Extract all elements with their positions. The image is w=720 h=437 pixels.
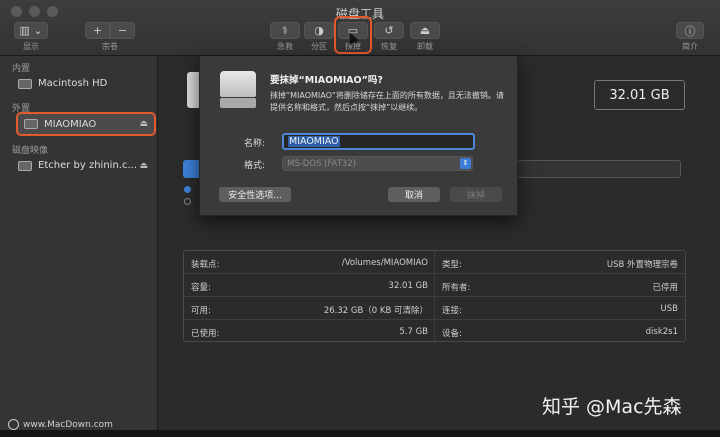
sidebar-item-etcher[interactable]: Etcher by zhinin.c... ⏏	[18, 156, 154, 175]
view-label: 显示	[23, 42, 39, 51]
partition-icon: ◑	[314, 24, 324, 37]
partition-button[interactable]: ◑	[304, 22, 334, 39]
sidebar-section-disk-images: 磁盘映像	[12, 146, 49, 156]
format-select[interactable]: MS-DOS (FAT32) ⇕	[282, 156, 473, 171]
view-button[interactable]: ▥ ⌄	[14, 22, 48, 39]
macdown-watermark: www.MacDown.com	[8, 419, 113, 430]
info-value: disk2s1	[645, 327, 678, 337]
table-row: 已使用: 5.7 GB 设备: disk2s1	[184, 320, 687, 343]
info-key: 装载点:	[191, 260, 220, 270]
restore-label: 恢复	[381, 42, 397, 51]
sidebar-section-internal: 内置	[12, 64, 31, 74]
info-key: 容量:	[191, 283, 211, 293]
unmount-icon: ⏏	[419, 24, 431, 37]
dialog-message: 抹掉“MIAOMIAO”将删除储存在上面的所有数据，且无法撤销。请提供名称和格式…	[270, 91, 504, 112]
table-row: 可用: 26.32 GB（0 KB 可清除） 连接: USB	[184, 297, 687, 320]
usage-bar-used	[183, 160, 199, 178]
minus-icon: −	[117, 24, 128, 37]
info-key: 可用:	[191, 306, 211, 316]
info-icon: ⓘ	[684, 24, 696, 38]
unmount-button[interactable]: ⏏	[410, 22, 440, 39]
remove-volume-button[interactable]: −	[110, 22, 135, 39]
info-value: 26.32 GB（0 KB 可清除）	[323, 306, 428, 316]
sidebar-item-label: Macintosh HD	[38, 78, 108, 89]
sidebar-item-miaomiao[interactable]: MIAOMIAO ⏏	[16, 112, 156, 136]
sidebar-item-macintosh-hd[interactable]: Macintosh HD	[18, 74, 154, 93]
sidebar-item-label: MIAOMIAO	[44, 118, 97, 130]
restore-icon: ↺	[384, 24, 394, 37]
disk-utility-window: 磁盘工具 ▥ ⌄ 显示 + − 宗卷 ⚕ 急救 ◑ 分区 ▭ 抹掉 ↺ 恢复 ⏏…	[0, 0, 720, 437]
restore-button[interactable]: ↺	[374, 22, 404, 39]
name-field[interactable]: MIAOMIAO	[282, 133, 475, 150]
table-row: 容量: 32.01 GB 所有者: 已停用	[184, 274, 687, 297]
table-row: 装载点: /Volumes/MIAOMIAO 类型: USB 外置物理宗卷	[184, 251, 687, 274]
info-label: 简介	[682, 42, 698, 51]
info-key: 类型:	[442, 260, 462, 270]
erase-button[interactable]: 抹掉	[450, 187, 502, 202]
zhihu-watermark: 知乎 @Mac先森	[542, 396, 682, 418]
plus-icon: +	[92, 24, 103, 37]
name-field-label: 名称:	[244, 139, 266, 149]
info-value: /Volumes/MIAOMIAO	[341, 258, 428, 268]
info-value: 32.01 GB	[388, 281, 428, 291]
sidebar: 内置 Macintosh HD 外置 MIAOMIAO ⏏ 磁盘映像 Etche…	[0, 56, 158, 437]
first-aid-button[interactable]: ⚕	[270, 22, 300, 39]
cancel-button[interactable]: 取消	[388, 187, 440, 202]
format-field-label: 格式:	[244, 161, 266, 171]
sidebar-item-label: Etcher by zhinin.c...	[38, 160, 137, 171]
free-legend-dot	[184, 198, 191, 205]
info-button[interactable]: ⓘ	[676, 22, 704, 39]
security-options-button[interactable]: 安全性选项...	[219, 187, 291, 202]
dock-strip	[0, 430, 720, 437]
disk-image-icon	[18, 160, 32, 171]
macdown-logo-icon	[8, 419, 19, 430]
name-field-value: MIAOMIAO	[288, 136, 340, 147]
partition-label: 分区	[311, 42, 327, 51]
volume-info-table: 装载点: /Volumes/MIAOMIAO 类型: USB 外置物理宗卷 容量…	[183, 250, 687, 343]
volume-label: 宗卷	[102, 42, 118, 51]
used-legend-dot	[184, 186, 191, 193]
unmount-label: 卸载	[417, 42, 433, 51]
format-select-value: MS-DOS (FAT32)	[287, 158, 357, 169]
info-value: USB 外置物理宗卷	[606, 260, 678, 270]
first-aid-label: 急救	[277, 42, 293, 51]
info-key: 所有者:	[442, 283, 471, 293]
internal-disk-icon	[18, 78, 32, 89]
info-key: 连接:	[442, 306, 462, 316]
dialog-title: 要抹掉“MIAOMIAO”吗?	[270, 75, 383, 86]
info-key: 设备:	[442, 329, 462, 339]
usage-bar-free	[517, 160, 681, 178]
eject-icon[interactable]: ⏏	[139, 119, 148, 129]
eject-icon[interactable]: ⏏	[139, 161, 148, 171]
macdown-watermark-text: www.MacDown.com	[23, 419, 113, 430]
info-key: 已使用:	[191, 329, 220, 339]
sidebar-view-icon: ▥ ⌄	[19, 24, 43, 37]
capacity-badge: 32.01 GB	[594, 80, 685, 110]
add-volume-button[interactable]: +	[85, 22, 110, 39]
info-value: 已停用	[652, 283, 678, 293]
external-disk-icon	[24, 119, 38, 129]
drive-icon	[220, 71, 256, 115]
info-value: USB	[660, 304, 678, 314]
info-value: 5.7 GB	[399, 327, 428, 337]
updown-chevron-icon: ⇕	[460, 158, 471, 169]
stethoscope-icon: ⚕	[282, 24, 288, 37]
